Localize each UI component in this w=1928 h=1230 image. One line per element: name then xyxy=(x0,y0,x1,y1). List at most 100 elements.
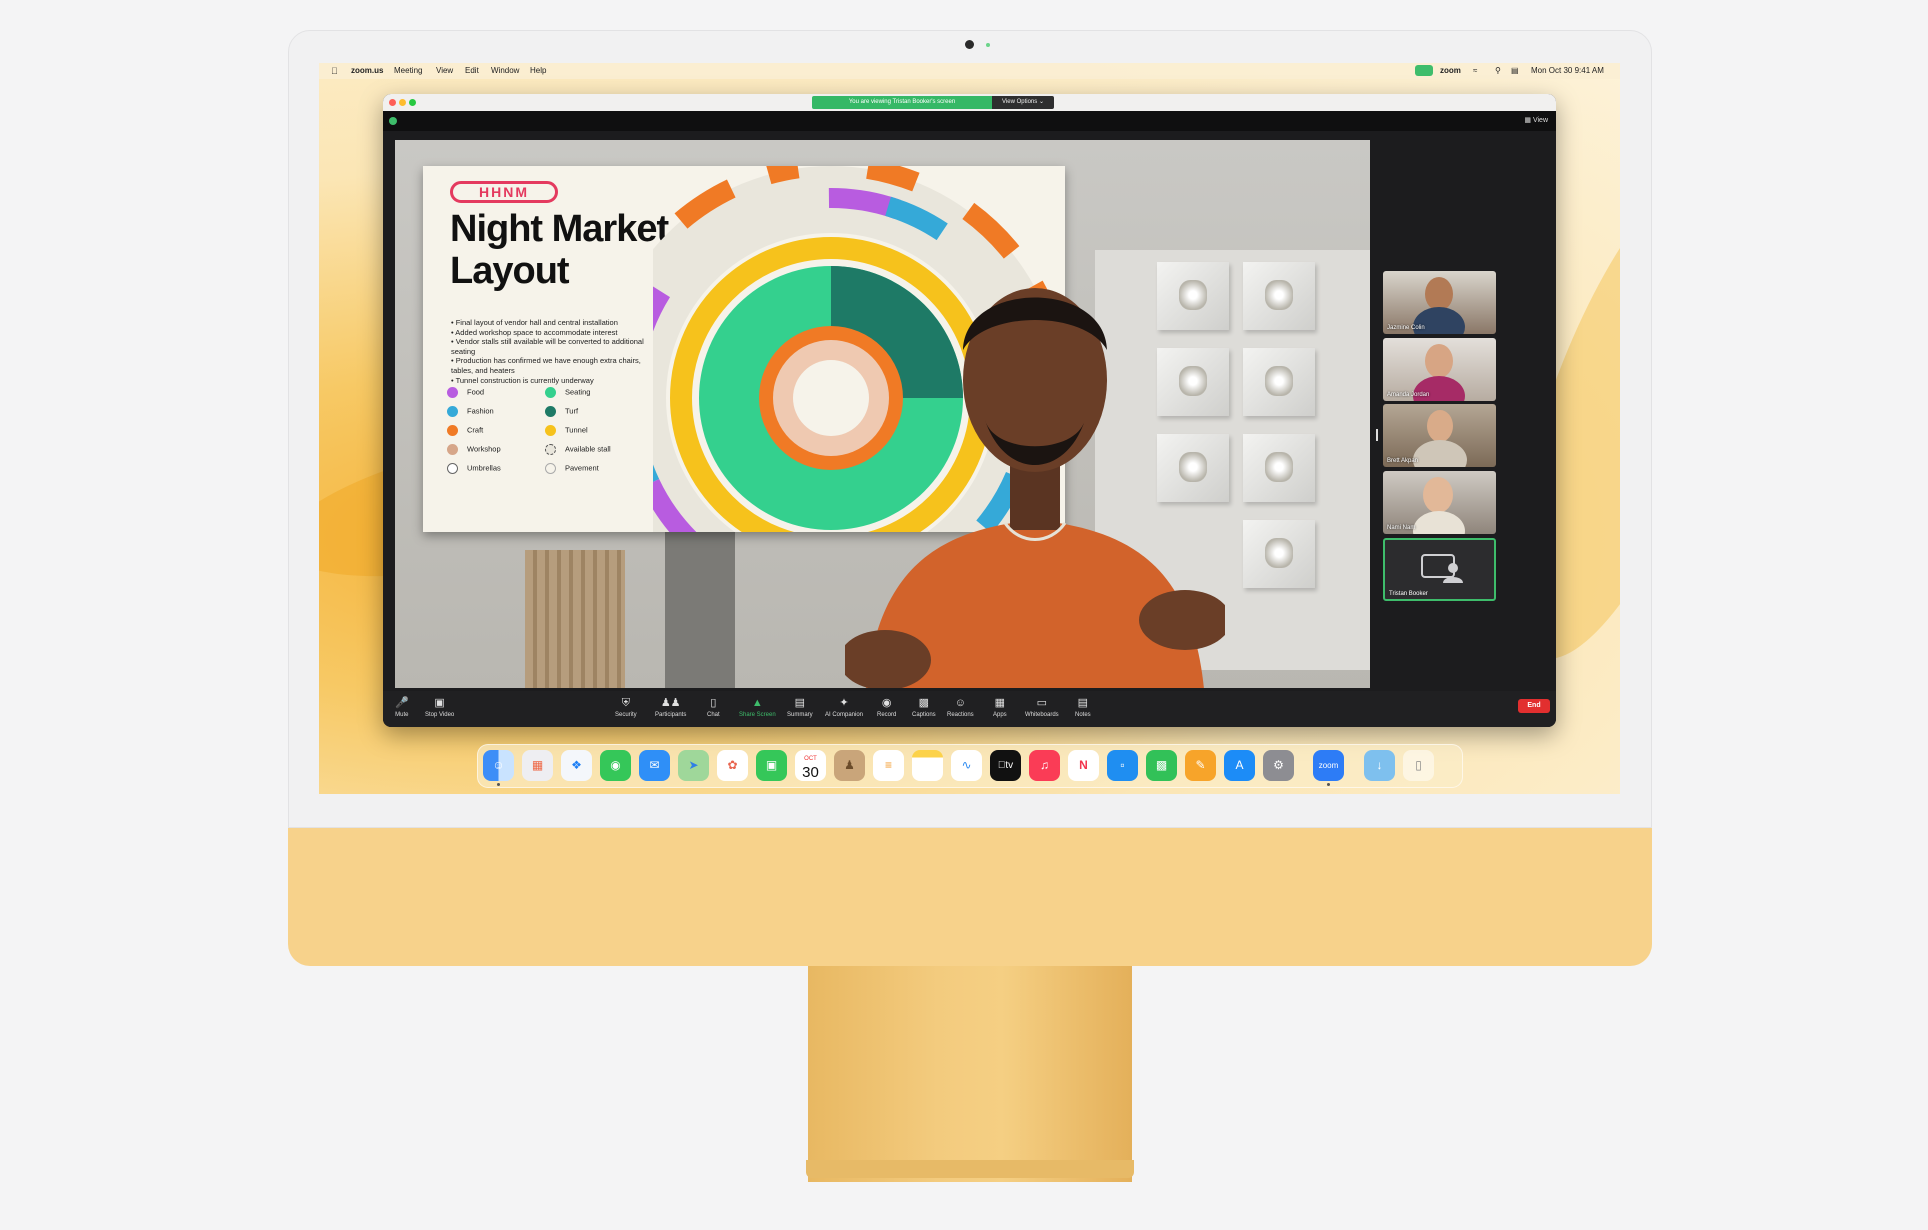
photos-icon[interactable]: ✿ xyxy=(717,750,748,781)
reminders-icon[interactable]: ≡ xyxy=(873,750,904,781)
menu-item-meeting[interactable]: Meeting xyxy=(394,66,422,75)
legend-available-stall: Available stall xyxy=(545,444,611,455)
gallery-resize-handle[interactable] xyxy=(1376,429,1378,441)
whiteboards-button[interactable]: ▭ Whiteboards xyxy=(1025,697,1059,718)
stop-video-button[interactable]: ▣ Stop Video xyxy=(425,697,454,718)
notes-button[interactable]: ▤ Notes xyxy=(1075,697,1091,718)
facetime-icon[interactable]: ▣ xyxy=(756,750,787,781)
numbers-icon[interactable]: ▩ xyxy=(1146,750,1177,781)
sparkle-icon: ✦ xyxy=(839,697,849,709)
messages-icon[interactable]: ◉ xyxy=(600,750,631,781)
emoji-icon: ☺ xyxy=(954,697,966,709)
chevron-down-icon: ⌄ xyxy=(1038,99,1044,105)
mute-button[interactable]: 🎤 Mute xyxy=(395,697,409,718)
participant-name: Tristan Booker xyxy=(1389,591,1428,597)
menu-item-edit[interactable]: Edit xyxy=(465,66,479,75)
imac-stand xyxy=(808,966,1132,1182)
grid-icon: ▦ xyxy=(1524,117,1531,124)
zoom-label: zoom xyxy=(1318,761,1339,770)
menu-item-view[interactable]: View xyxy=(436,66,453,75)
participant-tile[interactable]: Amanda Jordan xyxy=(1383,338,1496,401)
launchpad-icon[interactable]: ▦ xyxy=(522,750,553,781)
legend-seating: Seating xyxy=(545,387,590,398)
system-settings-icon[interactable]: ⚙ xyxy=(1263,750,1294,781)
legend-workshop: Workshop xyxy=(447,444,501,455)
document-icon: ▤ xyxy=(794,697,806,709)
reactions-label: Reactions xyxy=(947,712,974,718)
share-screen-button[interactable]: ▲ Share Screen xyxy=(739,697,776,718)
legend-pavement: Pavement xyxy=(545,463,599,474)
microphone-icon: 🎤 xyxy=(395,697,409,709)
maps-icon[interactable]: ➤ xyxy=(678,750,709,781)
freeform-icon[interactable]: ∿ xyxy=(951,750,982,781)
end-meeting-button[interactable]: End xyxy=(1518,699,1550,713)
finder-icon[interactable]: ☺ xyxy=(483,750,514,781)
art-panel xyxy=(1243,262,1315,330)
participant-tile[interactable]: Brett Akpan xyxy=(1383,404,1496,467)
record-button[interactable]: ◉ Record xyxy=(877,697,896,718)
window-titlebar: You are viewing Tristan Booker's screen … xyxy=(383,94,1556,111)
mail-icon[interactable]: ✉ xyxy=(639,750,670,781)
menu-item-window[interactable]: Window xyxy=(491,66,519,75)
wifi-icon[interactable]: ≈ xyxy=(1473,66,1477,75)
participant-name: Nami Nam xyxy=(1387,525,1416,531)
menu-app-name[interactable]: zoom.us xyxy=(351,66,383,75)
news-icon[interactable]: N xyxy=(1068,750,1099,781)
status-zoom[interactable]: zoom xyxy=(1440,66,1461,75)
participant-face xyxy=(1425,277,1453,311)
participant-tile[interactable]: Nami Nam xyxy=(1383,471,1496,534)
apple-menu-icon[interactable]:  xyxy=(331,66,338,76)
music-icon[interactable]: ♫ xyxy=(1029,750,1060,781)
trash-icon[interactable]: ▯ xyxy=(1403,750,1434,781)
video-camera-icon: ▣ xyxy=(434,697,445,709)
keynote-icon[interactable]: ▫ xyxy=(1107,750,1138,781)
slide-bullet: Tunnel construction is currently underwa… xyxy=(451,376,661,386)
search-icon[interactable]: ⚲ xyxy=(1495,66,1501,75)
app-store-icon[interactable]: A xyxy=(1224,750,1255,781)
art-panel xyxy=(1243,434,1315,502)
view-button[interactable]: ▦ View xyxy=(1524,116,1548,124)
screen-share-status-icon[interactable] xyxy=(1415,65,1433,76)
chat-button[interactable]: ▯ Chat xyxy=(707,697,720,718)
participant-tile-active-speaker[interactable]: Tristan Booker xyxy=(1383,538,1496,601)
record-label: Record xyxy=(877,712,897,718)
participant-tile[interactable]: Jazmine Colin xyxy=(1383,271,1496,334)
control-center-icon[interactable]: ▤ xyxy=(1511,66,1519,75)
people-icon: ♟♟ xyxy=(660,697,681,709)
chat-label: Chat xyxy=(707,712,720,718)
participant-name: Brett Akpan xyxy=(1387,458,1419,464)
minimize-window-button[interactable] xyxy=(399,99,406,106)
encryption-shield-icon[interactable] xyxy=(389,117,397,125)
close-window-button[interactable] xyxy=(389,99,396,106)
safari-icon[interactable]: ❖ xyxy=(561,750,592,781)
tv-icon[interactable]: tv xyxy=(990,750,1021,781)
contacts-icon[interactable]: ♟ xyxy=(834,750,865,781)
security-button[interactable]: ⛨ Security xyxy=(615,697,637,718)
concrete-block xyxy=(665,530,735,688)
downloads-folder-icon[interactable]: ↓ xyxy=(1364,750,1395,781)
apps-button[interactable]: ▦ Apps xyxy=(993,697,1007,718)
view-options-label: View Options xyxy=(1002,99,1038,105)
captions-button[interactable]: ▩ Captions xyxy=(912,697,936,718)
menu-item-help[interactable]: Help xyxy=(530,66,546,75)
chat-bubble-icon: ▯ xyxy=(710,697,717,709)
ai-companion-button[interactable]: ✦ AI Companion xyxy=(825,697,863,718)
reactions-button[interactable]: ☺ Reactions xyxy=(947,697,974,718)
notes-app-icon[interactable] xyxy=(912,750,943,781)
calendar-icon[interactable]: OCT 30 xyxy=(795,750,826,781)
participant-face xyxy=(1425,344,1453,378)
legend-food: Food xyxy=(447,387,484,398)
zoom-icon[interactable]: zoom xyxy=(1313,750,1344,781)
tv-label: tv xyxy=(1001,760,1013,771)
pages-icon[interactable]: ✎ xyxy=(1185,750,1216,781)
menu-datetime[interactable]: Mon Oct 30 9:41 AM xyxy=(1531,66,1604,75)
slide-logo: HHNM xyxy=(450,181,558,203)
cc-icon: ▩ xyxy=(918,697,930,709)
apps-label: Apps xyxy=(993,712,1007,718)
legend-umbrellas: Umbrellas xyxy=(447,463,501,474)
summary-button[interactable]: ▤ Summary xyxy=(787,697,813,718)
share-screen-icon: ▲ xyxy=(751,697,763,709)
participants-button[interactable]: ♟♟ Participants xyxy=(655,697,686,718)
view-options-button[interactable]: View Options ⌄ xyxy=(992,96,1054,109)
zoom-window-button[interactable] xyxy=(409,99,416,106)
